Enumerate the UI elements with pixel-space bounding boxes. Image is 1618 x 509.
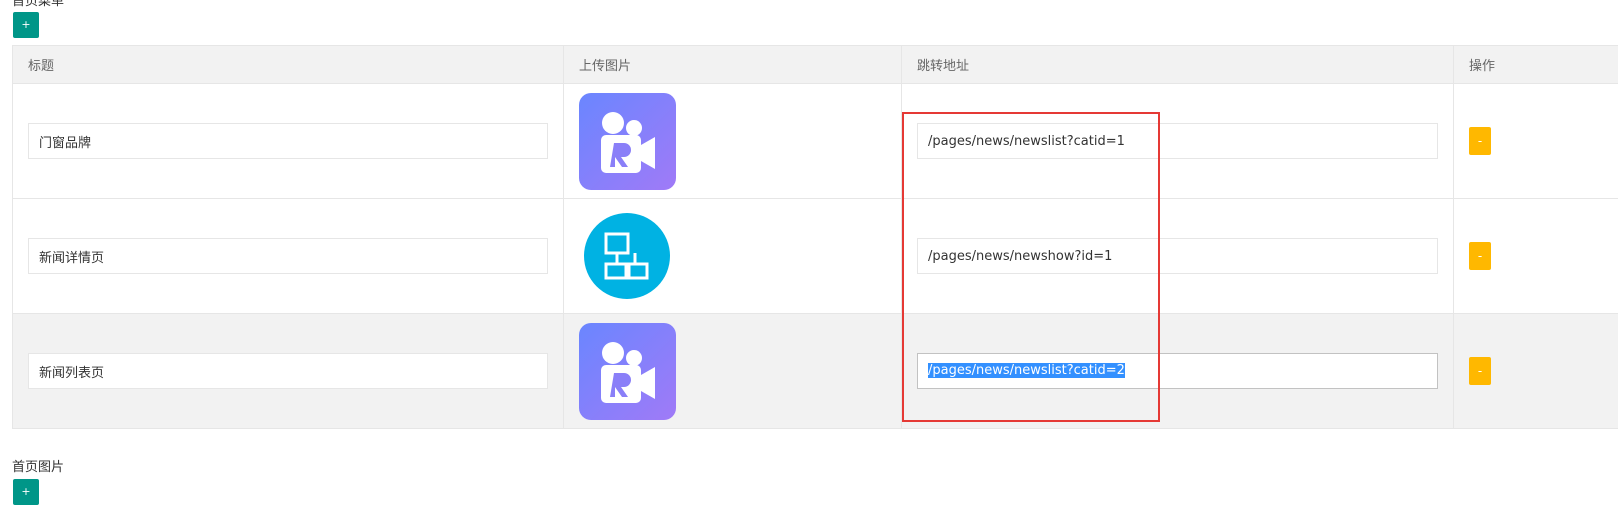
header-redirect-url: 跳转地址 [901,45,1454,84]
menu-table: 标题 上传图片 跳转地址 操作 门窗品牌 /pages/news/newslis… [12,45,1618,429]
add-menu-button[interactable]: + [13,12,39,38]
remove-row-button[interactable]: - [1469,127,1491,155]
add-image-button[interactable]: + [13,479,39,505]
menu-section-label: 首页菜单 [12,0,65,9]
flowchart-circle-icon[interactable] [579,208,676,305]
table-row: /pages/news/newslist?catid=2 - [12,313,1618,429]
url-input[interactable]: /pages/news/newslist?catid=2 [917,353,1438,389]
title-input[interactable] [28,238,548,274]
table-row: - [12,83,1618,199]
selected-url-text: /pages/news/newslist?catid=2 [928,363,1125,378]
video-r-icon[interactable] [579,92,676,190]
header-title: 标题 [12,45,564,84]
video-r-icon[interactable] [579,322,676,420]
title-input[interactable] [28,123,548,159]
table-row: - [12,198,1618,314]
url-input[interactable] [917,123,1438,159]
url-input[interactable] [917,238,1438,274]
remove-row-button[interactable]: - [1469,357,1491,385]
header-upload-image: 上传图片 [563,45,902,84]
image-section-label: 首页图片 [12,460,65,475]
title-input[interactable] [28,353,548,389]
table-header-row: 标题 上传图片 跳转地址 操作 [12,45,1618,84]
remove-row-button[interactable]: - [1469,242,1491,270]
header-actions: 操作 [1453,45,1618,84]
